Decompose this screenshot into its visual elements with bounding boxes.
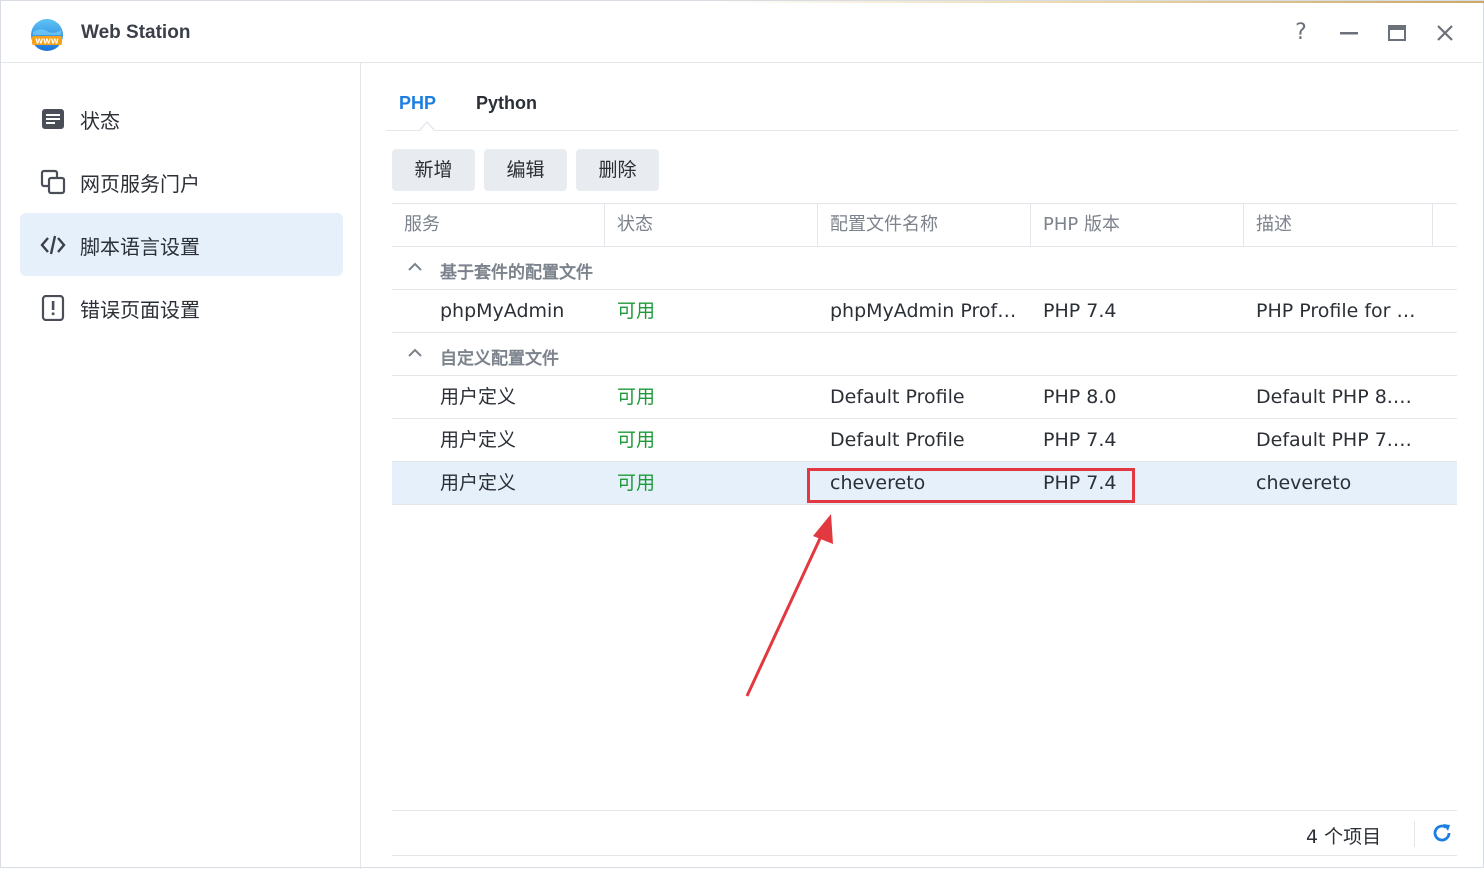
tab-bar: PHP Python xyxy=(386,63,1458,132)
sidebar-item-status[interactable]: 状态 xyxy=(20,87,343,150)
cell-status: 可用 xyxy=(617,472,656,494)
status-list-icon xyxy=(42,109,64,129)
group-label: 自定义配置文件 xyxy=(440,349,559,369)
table-row[interactable]: phpMyAdmin 可用 phpMyAdmin Prof… PHP 7.4 P… xyxy=(392,290,1457,333)
sidebar: 状态 网页服务门户 脚本语言设置 错误页面设置 xyxy=(1,63,361,869)
group-row-custom-profiles[interactable]: 自定义配置文件 xyxy=(392,333,1457,376)
cell-status: 可用 xyxy=(617,300,656,322)
maximize-icon xyxy=(1388,25,1406,41)
column-header-description[interactable]: 描述 xyxy=(1244,204,1433,246)
add-button[interactable]: 新增 xyxy=(392,149,475,191)
web-station-window: WWW Web Station ? 状态 网页服务门户 脚本语言设置 错误页面设… xyxy=(0,0,1484,869)
grid-footer: 4 个项目 xyxy=(392,810,1457,856)
cell-profile: phpMyAdmin Prof… xyxy=(830,300,1017,322)
refresh-icon[interactable] xyxy=(1430,821,1454,845)
sidebar-item-label: 状态 xyxy=(80,109,120,133)
cell-profile: Default Profile xyxy=(830,429,965,451)
cell-status: 可用 xyxy=(617,386,656,408)
column-header-profile-name[interactable]: 配置文件名称 xyxy=(818,204,1031,246)
chevron-up-icon[interactable] xyxy=(407,259,423,275)
cell-service: phpMyAdmin xyxy=(440,300,565,322)
minimize-button[interactable] xyxy=(1335,19,1363,47)
cell-status: 可用 xyxy=(617,429,656,451)
column-header-status[interactable]: 状态 xyxy=(605,204,818,246)
minimize-icon xyxy=(1340,32,1358,35)
web-portal-icon xyxy=(40,169,66,195)
cell-description: Default PHP 8.… xyxy=(1256,386,1412,408)
cell-description: chevereto xyxy=(1256,472,1352,494)
sidebar-item-script-language[interactable]: 脚本语言设置 xyxy=(20,213,343,276)
main-panel: PHP Python 新增 编辑 删除 服务 状态 配置文件名称 PHP 版本 … xyxy=(362,63,1484,869)
edit-button[interactable]: 编辑 xyxy=(484,149,567,191)
sidebar-item-label: 脚本语言设置 xyxy=(80,235,200,259)
cell-version: PHP 7.4 xyxy=(1043,429,1117,451)
column-header-service[interactable]: 服务 xyxy=(392,204,605,246)
annotation-highlight-box xyxy=(807,468,1135,503)
close-icon xyxy=(1437,25,1453,41)
cell-description: PHP Profile for … xyxy=(1256,300,1416,322)
cell-service: 用户定义 xyxy=(440,429,517,451)
cell-profile: Default Profile xyxy=(830,386,965,408)
error-page-icon xyxy=(41,295,65,321)
column-header-php-version[interactable]: PHP 版本 xyxy=(1031,204,1244,246)
app-title: Web Station xyxy=(81,22,191,43)
maximize-button[interactable] xyxy=(1383,19,1411,47)
annotation-arrow-icon xyxy=(745,514,833,697)
cell-service: 用户定义 xyxy=(440,386,517,408)
active-tab-indicator xyxy=(418,121,436,132)
code-icon xyxy=(40,235,66,255)
sidebar-item-error-page[interactable]: 错误页面设置 xyxy=(20,276,343,339)
cell-version: PHP 8.0 xyxy=(1043,386,1117,408)
grid-header: 服务 状态 配置文件名称 PHP 版本 描述 xyxy=(392,203,1457,247)
title-bar[interactable]: WWW Web Station ? xyxy=(1,3,1484,63)
item-count: 4 个项目 xyxy=(1306,826,1382,848)
chevron-up-icon[interactable] xyxy=(407,345,423,361)
www-globe-icon: WWW xyxy=(31,19,63,51)
table-row[interactable]: 用户定义 可用 Default Profile PHP 7.4 Default … xyxy=(392,419,1457,462)
sidebar-item-web-portal[interactable]: 网页服务门户 xyxy=(20,150,343,213)
close-button[interactable] xyxy=(1431,19,1459,47)
footer-divider xyxy=(1414,821,1415,847)
tab-php[interactable]: PHP xyxy=(399,93,436,114)
sidebar-item-label: 错误页面设置 xyxy=(80,298,200,322)
delete-button[interactable]: 删除 xyxy=(576,149,659,191)
group-label: 基于套件的配置文件 xyxy=(440,263,593,283)
cell-description: Default PHP 7.… xyxy=(1256,429,1412,451)
sidebar-item-label: 网页服务门户 xyxy=(80,172,200,196)
cell-service: 用户定义 xyxy=(440,472,517,494)
svg-text:WWW: WWW xyxy=(35,38,58,46)
table-row[interactable]: 用户定义 可用 Default Profile PHP 8.0 Default … xyxy=(392,376,1457,419)
help-button[interactable]: ? xyxy=(1287,19,1315,47)
group-row-package-profiles[interactable]: 基于套件的配置文件 xyxy=(392,247,1457,290)
tab-python[interactable]: Python xyxy=(476,93,537,114)
cell-version: PHP 7.4 xyxy=(1043,300,1117,322)
